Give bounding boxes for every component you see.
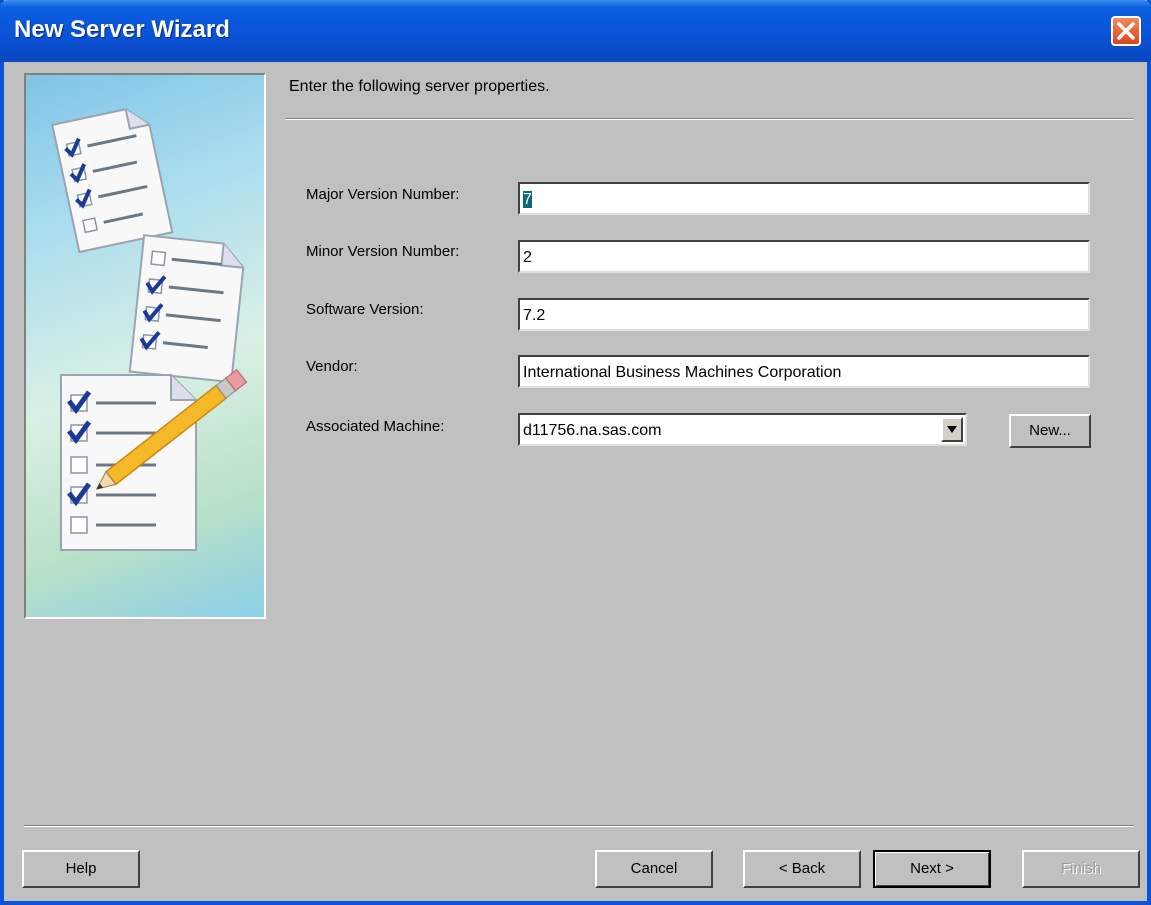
close-icon (1117, 22, 1135, 40)
software-version-value: 7.2 (523, 307, 546, 324)
checklist-documents-pencil-illustration (51, 108, 248, 551)
vendor-value: International Business Machines Corporat… (523, 364, 842, 381)
minor-version-field[interactable]: 2 (518, 240, 1090, 273)
window-title: New Server Wizard (14, 16, 230, 43)
dropdown-button[interactable] (941, 417, 963, 442)
wizard-window: New Server Wizard Enter the following se… (0, 0, 1151, 905)
footer-divider (24, 825, 1134, 827)
software-version-label: Software Version: (306, 301, 424, 318)
vendor-field[interactable]: International Business Machines Corporat… (518, 355, 1090, 388)
major-version-label: Major Version Number: (306, 186, 460, 203)
chevron-down-icon (947, 426, 957, 433)
associated-machine-value: d11756.na.sas.com (523, 422, 662, 439)
vendor-label: Vendor: (306, 358, 358, 375)
associated-machine-label: Associated Machine: (306, 418, 445, 435)
instruction-text: Enter the following server properties. (289, 78, 550, 95)
header-divider (285, 118, 1133, 120)
major-version-value: 7 (523, 191, 532, 208)
help-button[interactable]: Help (22, 850, 140, 888)
associated-machine-combo[interactable]: d11756.na.sas.com (518, 413, 967, 446)
cancel-button[interactable]: Cancel (595, 850, 713, 888)
minor-version-label: Minor Version Number: (306, 243, 460, 260)
minor-version-value: 2 (523, 249, 532, 266)
major-version-field[interactable]: 7 (518, 182, 1090, 215)
next-button[interactable]: Next > (873, 850, 991, 888)
new-machine-button[interactable]: New... (1009, 414, 1091, 448)
back-button[interactable]: < Back (743, 850, 861, 888)
close-button[interactable] (1111, 16, 1141, 46)
finish-button[interactable]: Finish (1022, 850, 1140, 888)
wizard-illustration (24, 73, 266, 619)
title-bar[interactable]: New Server Wizard (0, 0, 1151, 62)
software-version-field[interactable]: 7.2 (518, 298, 1090, 331)
